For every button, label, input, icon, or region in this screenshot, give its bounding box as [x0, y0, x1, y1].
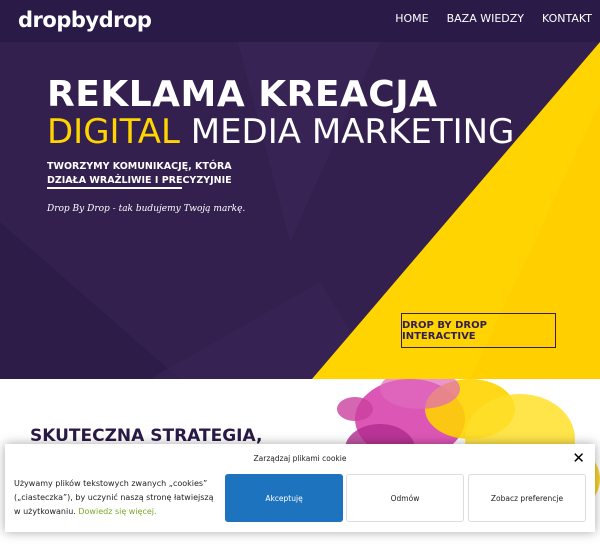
cta-button[interactable]: DROP BY DROP INTERACTIVE — [401, 313, 556, 348]
main-nav: HOME BAZA WIEDZY KONTAKT — [395, 12, 592, 25]
nav-kontakt[interactable]: KONTAKT — [542, 12, 592, 25]
subtitle-underline — [47, 187, 182, 189]
hero-title-accent: DIGITAL — [47, 112, 180, 152]
cookie-learn-more-link[interactable]: Dowiedz się więcej. — [78, 507, 156, 516]
close-icon[interactable]: ✕ — [572, 449, 585, 467]
site-header: dropbydrop HOME BAZA WIEDZY KONTAKT — [0, 0, 600, 42]
deny-button[interactable]: Odmów — [346, 474, 464, 522]
nav-baza-wiedzy[interactable]: BAZA WIEDZY — [447, 12, 524, 25]
hero-title-line1: REKLAMA KREACJA — [47, 74, 438, 115]
hero-title-rest: MEDIA MARKETING — [190, 112, 515, 152]
cookie-message: Używamy plików tekstowych zwanych „cooki… — [14, 477, 214, 519]
accept-button[interactable]: Akceptuję — [225, 474, 343, 522]
hero-tagline: Drop By Drop - tak budujemy Twoją markę. — [47, 204, 246, 214]
hero-subtitle: TWORZYMY KOMUNIKACJĘ, KTÓRA DZIAŁA WRAŻL… — [47, 160, 232, 188]
strategy-heading: SKUTECZNA STRATEGIA, — [30, 426, 263, 446]
logo[interactable]: dropbydrop — [18, 8, 152, 32]
preferences-button[interactable]: Zobacz preferencje — [468, 474, 586, 522]
nav-home[interactable]: HOME — [395, 12, 428, 25]
cookie-title: Zarządzaj plikami cookie — [253, 454, 347, 463]
cookie-banner: Zarządzaj plikami cookie ✕ Używamy plikó… — [5, 444, 595, 532]
hero-title-line2: DIGITAL MEDIA MARKETING — [47, 112, 514, 152]
hero-section: REKLAMA KREACJA DIGITAL MEDIA MARKETING … — [0, 42, 600, 379]
hero-subtitle-line1: TWORZYMY KOMUNIKACJĘ, KTÓRA — [47, 161, 232, 172]
hero-subtitle-line2: DZIAŁA WRAŻLIWIE I PRECYZYJNIE — [47, 175, 232, 186]
